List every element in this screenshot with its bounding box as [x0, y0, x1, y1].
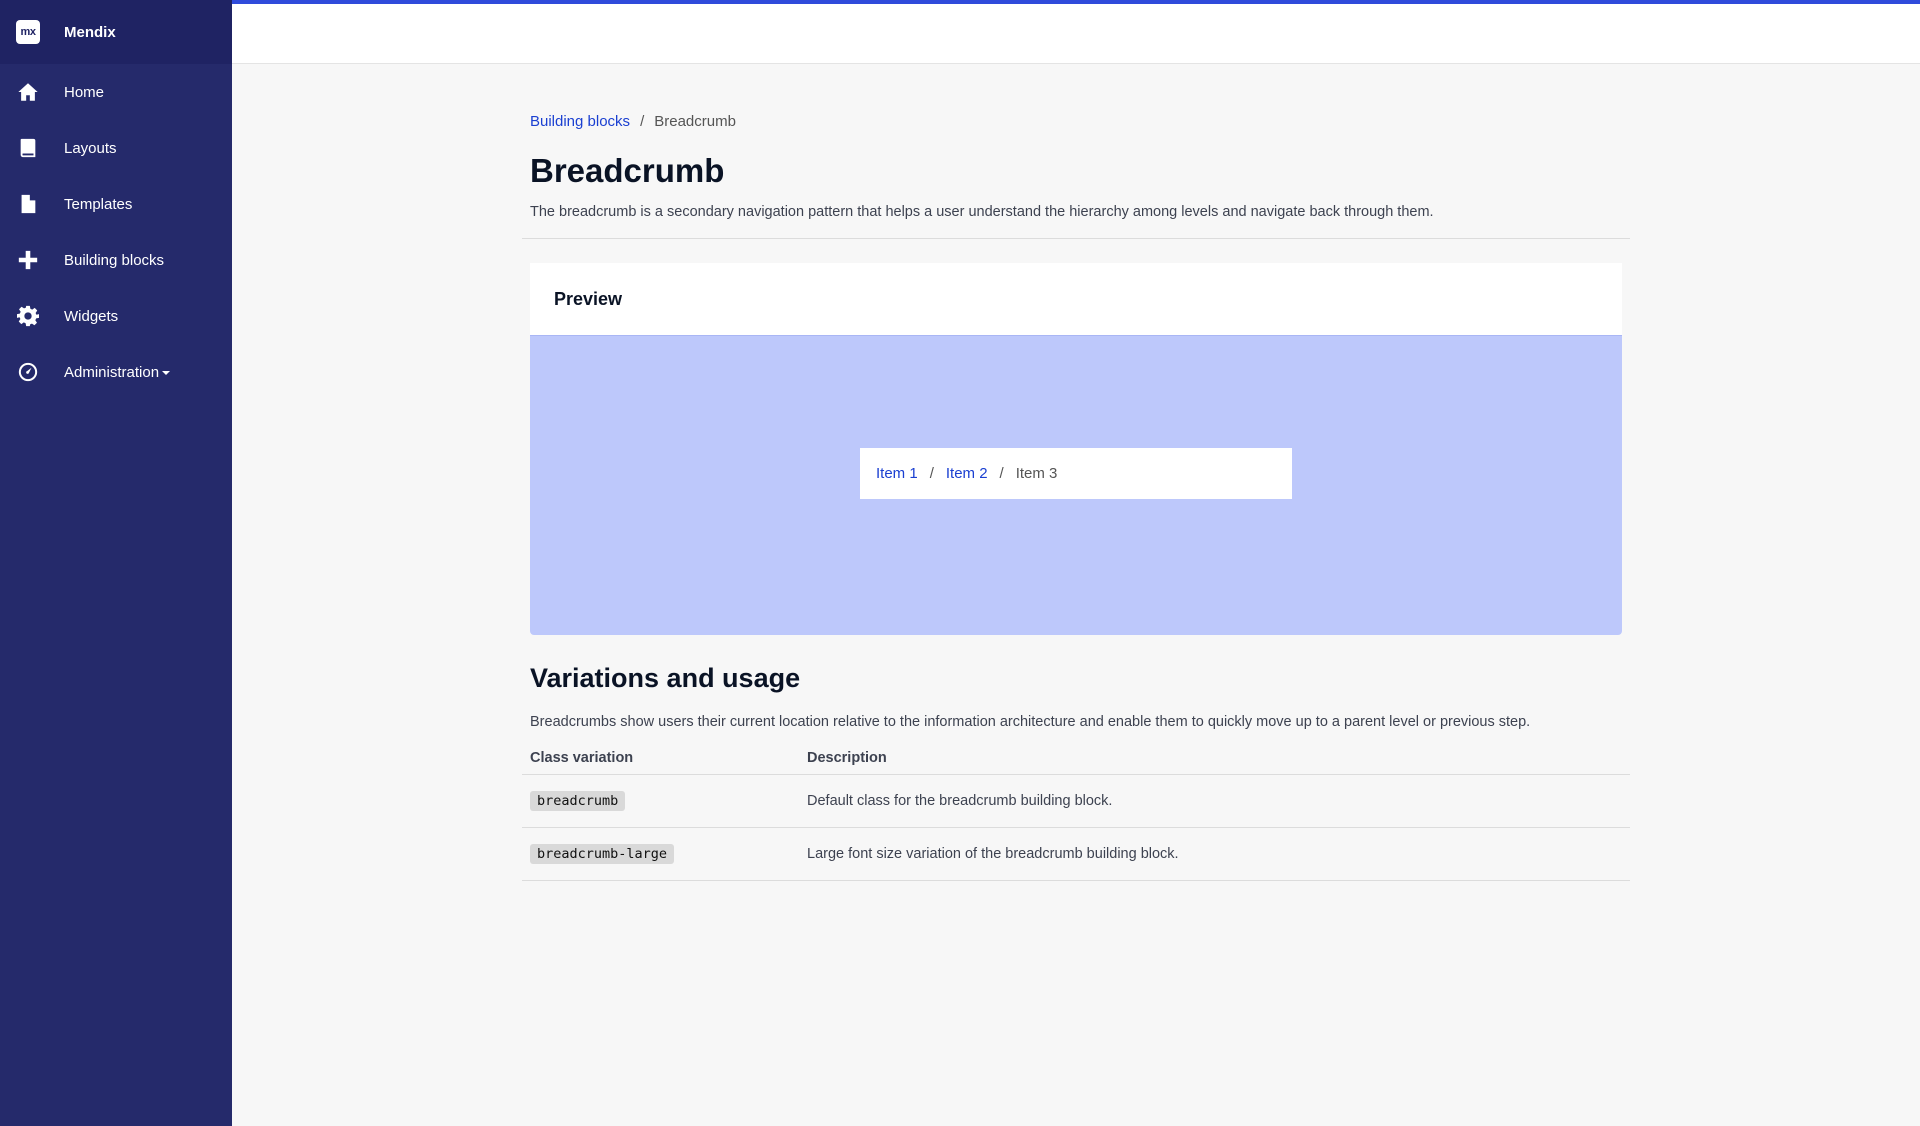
- preview-stage: Item 1 / Item 2 / Item 3: [530, 335, 1622, 635]
- file-icon: [16, 192, 40, 216]
- row-description: Default class for the breadcrumb buildin…: [799, 774, 1630, 828]
- demo-breadcrumb-item-1[interactable]: Item 1: [876, 465, 918, 482]
- column-header-class-variation: Class variation: [522, 742, 799, 775]
- sidebar-item-label: Templates: [64, 195, 133, 213]
- mendix-logo-icon: mx: [16, 20, 40, 44]
- table-header-row: Class variation Description: [522, 742, 1630, 775]
- chevron-down-icon: [162, 370, 171, 375]
- class-name-tag: breadcrumb: [530, 791, 626, 811]
- dashboard-icon: [16, 360, 40, 384]
- sidebar-item-templates[interactable]: Templates: [0, 176, 232, 232]
- preview-title: Preview: [530, 263, 1622, 335]
- gear-icon: [16, 304, 40, 328]
- book-icon: [16, 136, 40, 160]
- sidebar-item-building-blocks[interactable]: Building blocks: [0, 232, 232, 288]
- row-description: Large font size variation of the breadcr…: [799, 827, 1630, 881]
- table-row: breadcrumb Default class for the breadcr…: [522, 774, 1630, 828]
- sidebar-item-administration[interactable]: Administration: [0, 344, 232, 400]
- breadcrumb: Building blocks / Breadcrumb: [530, 113, 1630, 130]
- table-row: breadcrumb-large Large font size variati…: [522, 827, 1630, 881]
- sidebar-item-label: Administration: [64, 363, 160, 381]
- sidebar-item-label: Layouts: [64, 139, 117, 157]
- divider: [522, 238, 1630, 239]
- sidebar-item-label: Widgets: [64, 307, 119, 325]
- variations-table: Class variation Description breadcrumb D…: [522, 742, 1630, 881]
- demo-breadcrumb-separator: /: [999, 465, 1004, 482]
- page-title: Breadcrumb: [530, 152, 725, 189]
- demo-breadcrumb-item-3: Item 3: [1015, 465, 1058, 482]
- breadcrumb-separator: /: [640, 113, 645, 130]
- sidebar: mx Mendix Home Layouts Templates Buildin…: [0, 0, 232, 1126]
- brand-name: Mendix: [64, 23, 116, 41]
- variations-description: Breadcrumbs show users their current loc…: [530, 714, 1531, 730]
- plus-icon: [16, 248, 40, 272]
- brand-bar[interactable]: mx Mendix: [0, 0, 232, 64]
- home-icon: [16, 80, 40, 104]
- breadcrumb-link-building-blocks[interactable]: Building blocks: [530, 113, 630, 130]
- breadcrumb-current: Breadcrumb: [654, 113, 736, 130]
- top-bar: [232, 0, 1920, 64]
- preview-card: Preview Item 1 / Item 2 / Item 3: [530, 263, 1622, 635]
- variations-title: Variations and usage: [530, 663, 801, 693]
- page-description: The breadcrumb is a secondary navigation…: [530, 204, 1434, 220]
- demo-breadcrumb: Item 1 / Item 2 / Item 3: [860, 448, 1292, 499]
- sidebar-item-widgets[interactable]: Widgets: [0, 288, 232, 344]
- demo-breadcrumb-separator: /: [929, 465, 934, 482]
- column-header-description: Description: [799, 742, 1630, 775]
- class-name-tag: breadcrumb-large: [530, 844, 675, 864]
- sidebar-item-layouts[interactable]: Layouts: [0, 120, 232, 176]
- main-content: Building blocks / Breadcrumb Breadcrumb …: [522, 64, 1630, 881]
- sidebar-item-label: Home: [64, 83, 105, 101]
- demo-breadcrumb-item-2[interactable]: Item 2: [946, 465, 988, 482]
- sidebar-item-home[interactable]: Home: [0, 64, 232, 120]
- sidebar-item-label: Building blocks: [64, 251, 165, 269]
